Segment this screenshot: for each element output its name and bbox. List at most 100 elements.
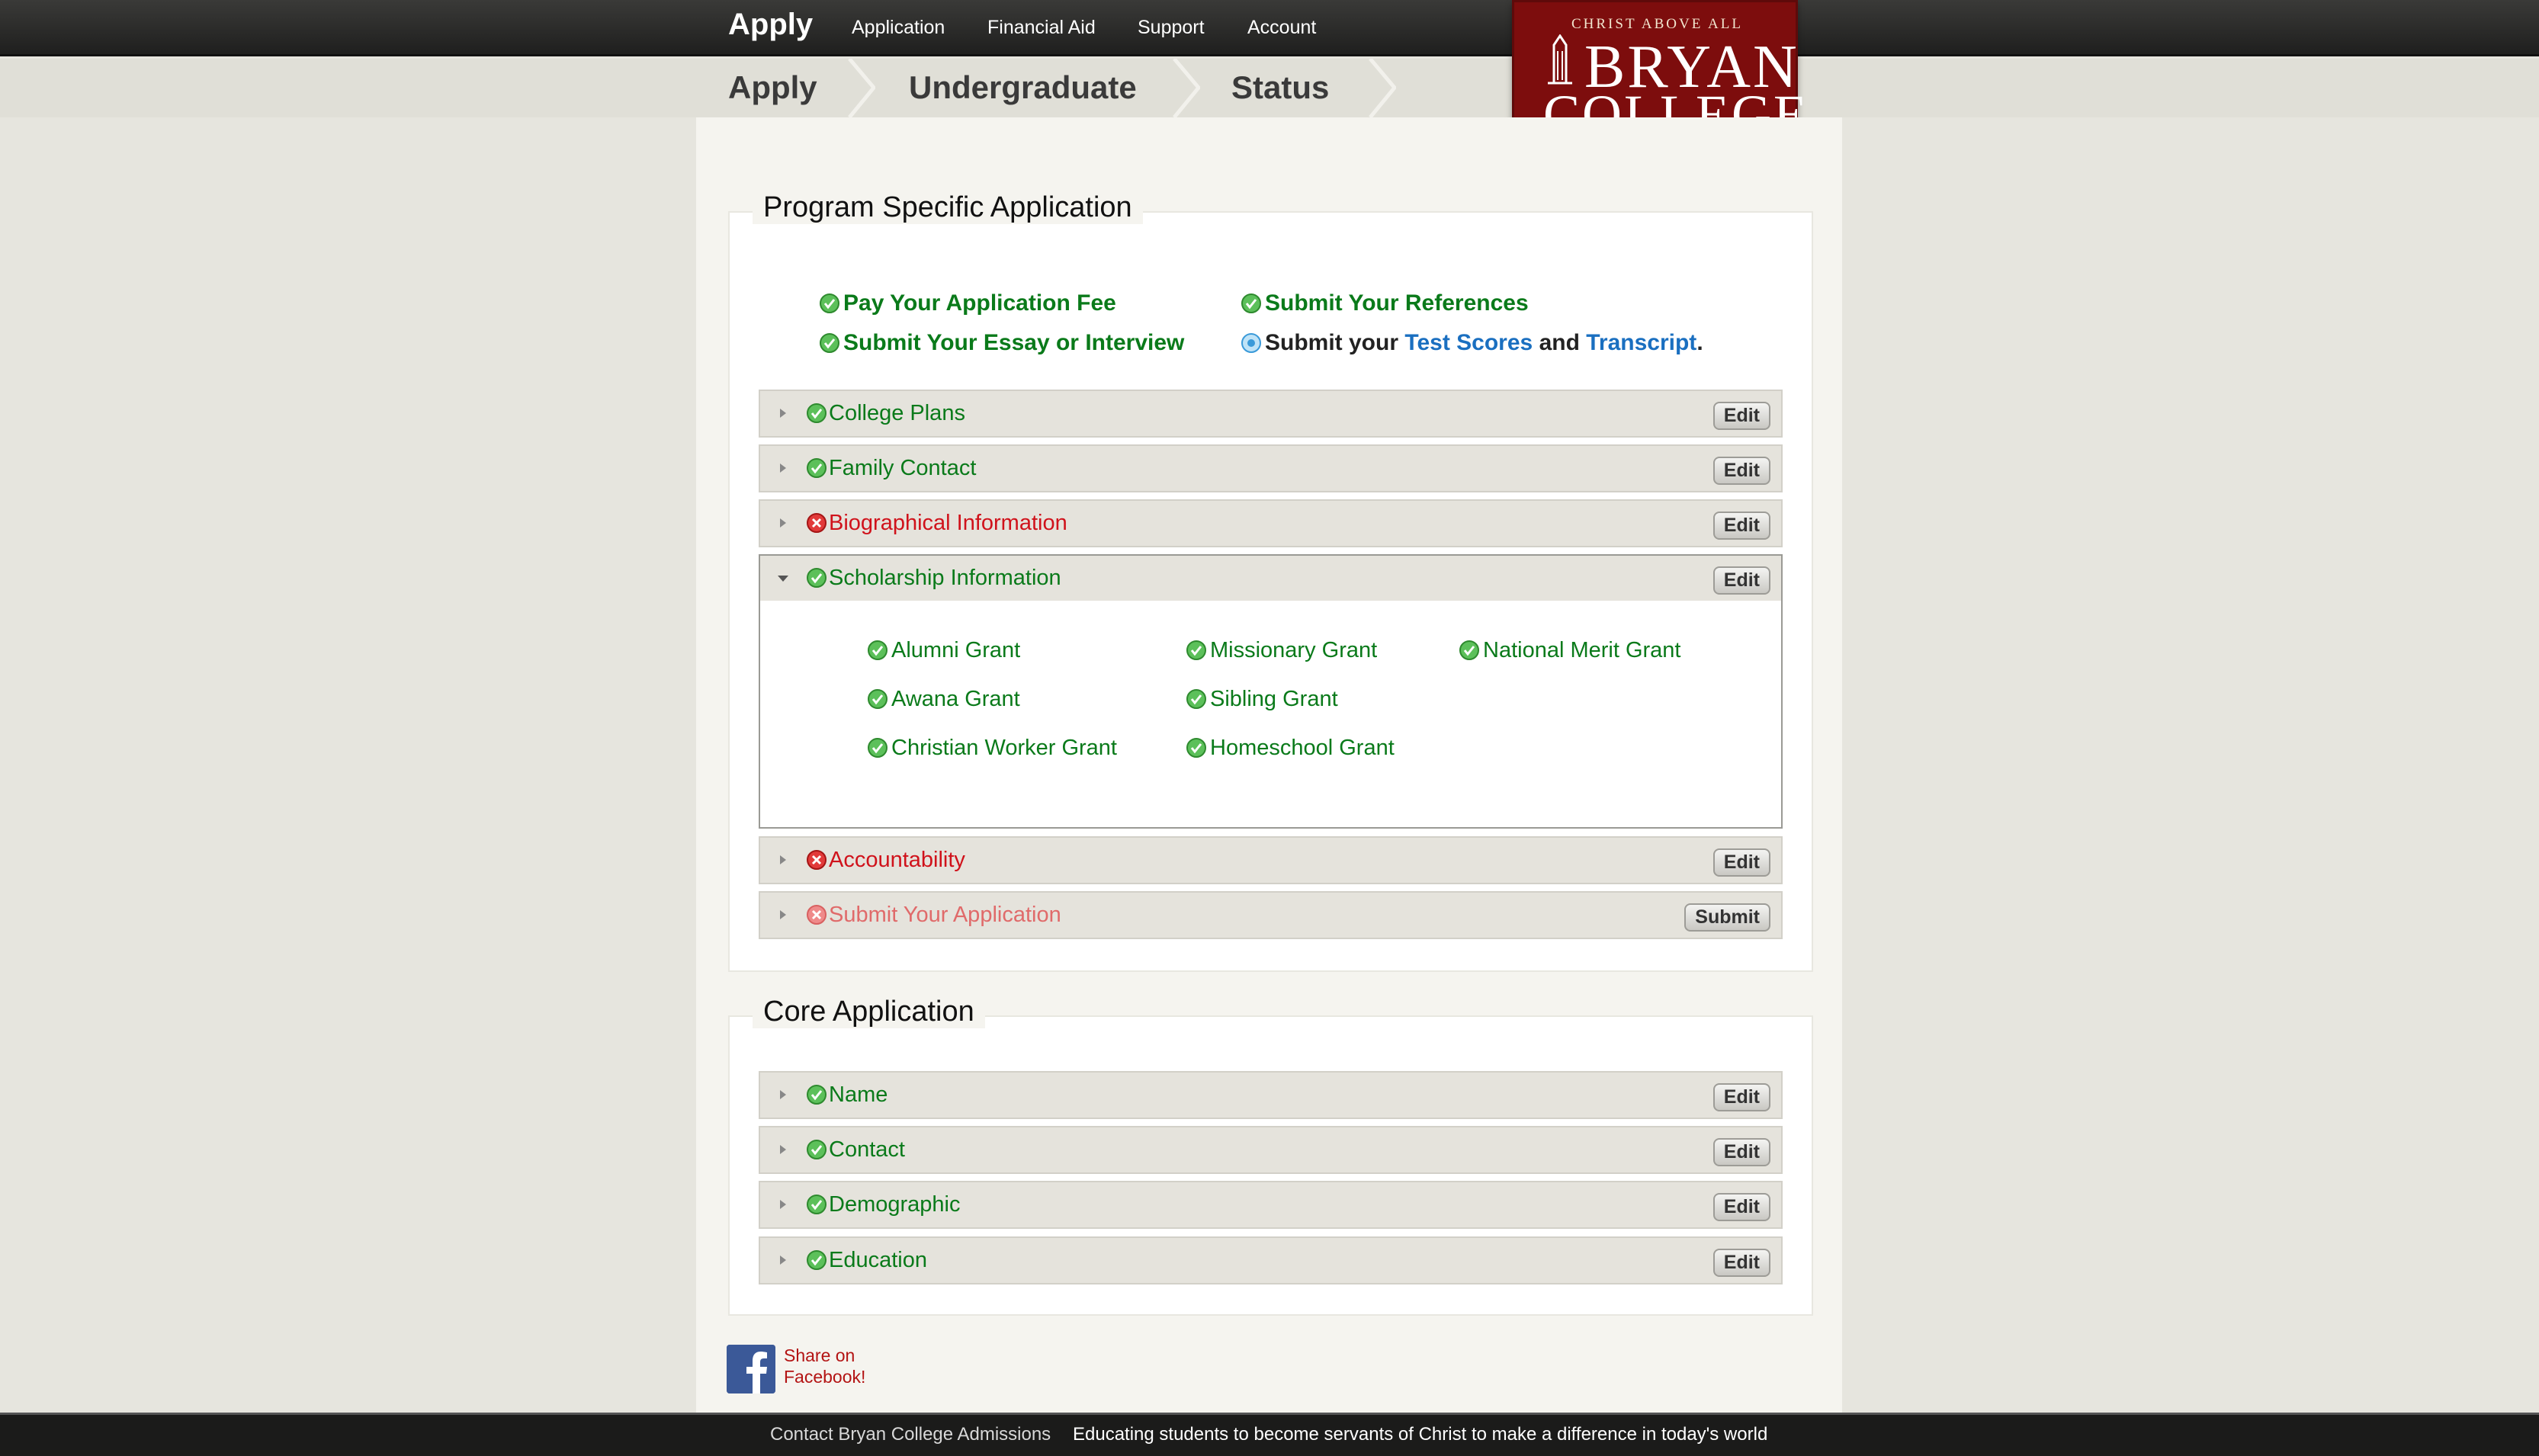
section-college-plans[interactable]: College Plans Edit (759, 390, 1783, 438)
scores-period: . (1696, 330, 1703, 355)
requirement-references: Submit Your References (1241, 290, 1529, 316)
section-demographic[interactable]: Demographic Edit (759, 1181, 1783, 1229)
facebook-line1[interactable]: Share on (784, 1345, 865, 1366)
footer: Contact Bryan College Admissions Educati… (0, 1413, 2539, 1456)
section-label[interactable]: Submit Your Application (829, 903, 1061, 928)
logo-tagline: CHRIST ABOVE ALL (1571, 16, 1743, 32)
section-scholarship-information[interactable]: Scholarship Information Edit Alumni Gran… (759, 554, 1783, 829)
grant-item: Missionary Grant (1186, 638, 1377, 663)
footer-contact-link[interactable]: Contact Bryan College Admissions (770, 1424, 1051, 1445)
section-biographical-information[interactable]: Biographical Information Edit (759, 499, 1783, 547)
test-scores-link[interactable]: Test Scores (1404, 330, 1533, 355)
edit-button[interactable]: Edit (1712, 1193, 1770, 1221)
section-label[interactable]: Family Contact (829, 456, 976, 481)
program-specific-application: Program Specific Application Pay Your Ap… (728, 191, 1813, 972)
error-circle-icon (807, 513, 827, 533)
edit-button[interactable]: Edit (1712, 848, 1770, 877)
pending-circle-icon (1241, 333, 1261, 353)
section-accountability[interactable]: Accountability Edit (759, 836, 1783, 884)
section-contact[interactable]: Contact Edit (759, 1126, 1783, 1174)
grant-label: Homeschool Grant (1210, 736, 1395, 760)
check-circle-icon (868, 689, 888, 709)
grant-label: Sibling Grant (1210, 687, 1338, 711)
expand-arrow-icon[interactable] (778, 1089, 788, 1100)
section-family-contact[interactable]: Family Contact Edit (759, 444, 1783, 492)
requirement-scores: Submit your Test Scores and Transcript. (1241, 330, 1703, 356)
section-education[interactable]: Education Edit (759, 1236, 1783, 1284)
section-label[interactable]: Biographical Information (829, 511, 1067, 536)
breadcrumb: Apply Undergraduate Status (0, 59, 2539, 117)
check-circle-icon (807, 1250, 827, 1270)
grant-label: Missionary Grant (1210, 638, 1378, 662)
section-label[interactable]: Education (829, 1248, 927, 1273)
check-circle-icon (807, 458, 827, 478)
expand-arrow-icon[interactable] (778, 1144, 788, 1155)
nav-financial-aid[interactable]: Financial Aid (987, 17, 1096, 39)
edit-button[interactable]: Edit (1712, 402, 1770, 430)
check-circle-icon (807, 568, 827, 588)
section-label[interactable]: Scholarship Information (829, 566, 1061, 591)
facebook-icon[interactable] (727, 1345, 775, 1393)
facebook-share-link[interactable]: Share on Facebook! (784, 1345, 865, 1387)
requirement-fee: Pay Your Application Fee (819, 290, 1116, 316)
error-circle-icon (807, 850, 827, 870)
breadcrumb-separator-icon (848, 59, 875, 117)
expand-arrow-icon[interactable] (778, 1255, 788, 1265)
nav-support[interactable]: Support (1138, 17, 1205, 39)
tower-icon (1548, 34, 1572, 85)
grant-item: Alumni Grant (867, 638, 1020, 663)
grant-item: Awana Grant (867, 687, 1020, 712)
breadcrumb-undergraduate[interactable]: Undergraduate (909, 69, 1137, 106)
scores-prefix: Submit your (1265, 330, 1399, 355)
transcript-link[interactable]: Transcript (1586, 330, 1696, 355)
grant-label: Awana Grant (891, 687, 1020, 711)
core-legend: Core Application (753, 996, 985, 1028)
section-label[interactable]: Demographic (829, 1192, 960, 1217)
check-circle-icon (807, 1085, 827, 1105)
requirement-fee-label: Pay Your Application Fee (843, 290, 1116, 316)
expand-arrow-icon[interactable] (778, 408, 788, 419)
edit-button[interactable]: Edit (1712, 1249, 1770, 1277)
section-label[interactable]: Name (829, 1082, 888, 1108)
expand-arrow-icon[interactable] (778, 518, 788, 528)
edit-button[interactable]: Edit (1712, 457, 1770, 485)
expand-arrow-icon[interactable] (778, 855, 788, 865)
core-application: Core Application Name Edit Contact Edit … (728, 996, 1813, 1316)
check-circle-icon (1186, 738, 1206, 758)
grant-item: National Merit Grant (1459, 638, 1681, 663)
edit-button[interactable]: Edit (1712, 1138, 1770, 1166)
section-label[interactable]: Accountability (829, 848, 965, 873)
facebook-line2[interactable]: Facebook! (784, 1366, 865, 1387)
grant-item: Sibling Grant (1186, 687, 1338, 712)
main-content: Program Specific Application Pay Your Ap… (696, 117, 1842, 1413)
facebook-f-icon (727, 1345, 775, 1393)
breadcrumb-apply[interactable]: Apply (728, 69, 817, 106)
footer-mission: Educating students to become servants of… (1073, 1424, 1768, 1445)
section-name[interactable]: Name Edit (759, 1071, 1783, 1119)
edit-button[interactable]: Edit (1712, 512, 1770, 540)
section-submit-application[interactable]: Submit Your Application Submit (759, 891, 1783, 939)
top-nav: Apply Application Financial Aid Support … (0, 0, 2539, 56)
edit-button[interactable]: Edit (1712, 1083, 1770, 1111)
submit-button[interactable]: Submit (1684, 903, 1770, 932)
grant-label: Christian Worker Grant (891, 736, 1117, 760)
breadcrumb-status[interactable]: Status (1231, 69, 1329, 106)
check-circle-icon (1186, 640, 1206, 660)
collapse-arrow-icon[interactable] (777, 574, 789, 583)
expand-arrow-icon[interactable] (778, 463, 788, 473)
check-circle-icon (820, 333, 839, 353)
section-label[interactable]: College Plans (829, 401, 965, 426)
nav-application[interactable]: Application (852, 17, 945, 39)
check-circle-icon (807, 1140, 827, 1159)
section-label[interactable]: Contact (829, 1137, 905, 1163)
nav-brand[interactable]: Apply (728, 8, 813, 42)
nav-account[interactable]: Account (1247, 17, 1316, 39)
requirement-references-label: Submit Your References (1265, 290, 1529, 316)
expand-arrow-icon[interactable] (778, 909, 788, 920)
program-legend: Program Specific Application (753, 191, 1143, 224)
edit-button[interactable]: Edit (1712, 566, 1770, 595)
check-circle-icon (868, 738, 888, 758)
expand-arrow-icon[interactable] (778, 1199, 788, 1210)
breadcrumb-separator-icon (1369, 59, 1396, 117)
scores-and: and (1539, 330, 1580, 355)
